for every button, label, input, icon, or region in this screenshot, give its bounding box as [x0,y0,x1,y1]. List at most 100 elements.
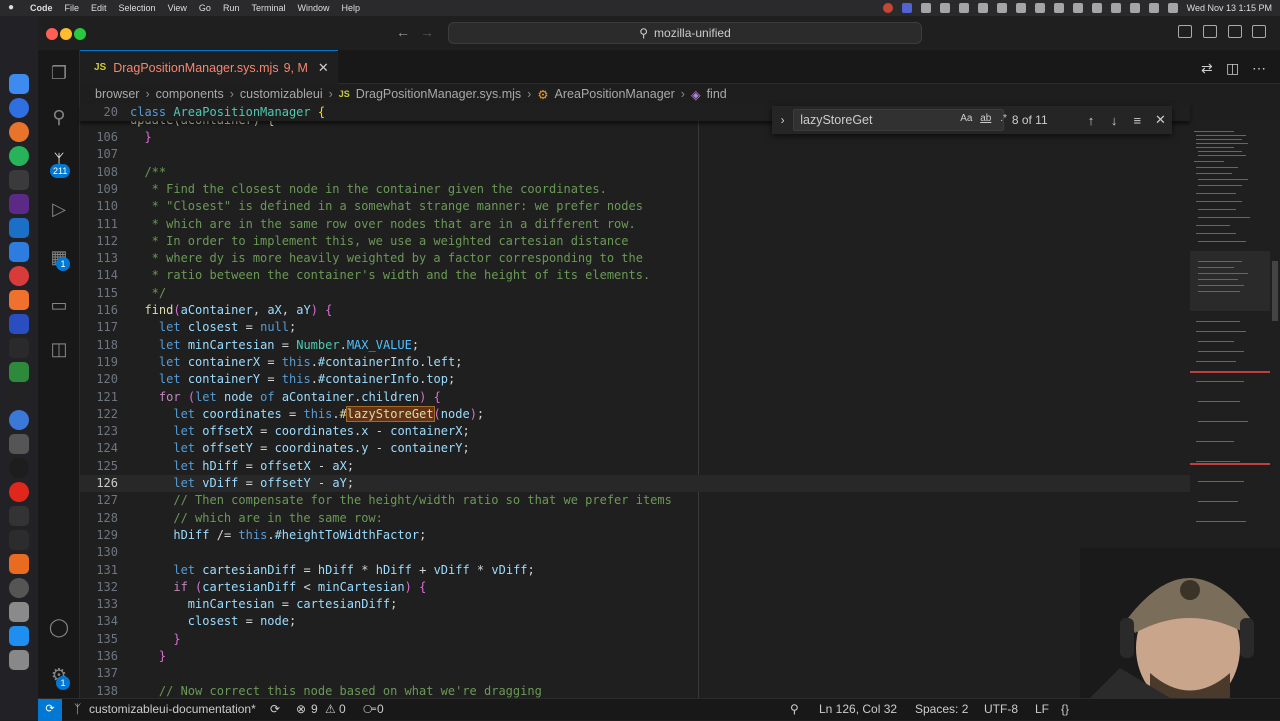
vlc-icon[interactable] [9,554,29,574]
menu-file[interactable]: File [65,0,80,16]
breadcrumb-item[interactable]: customizableui [240,87,323,101]
menu-edit[interactable]: Edit [91,0,107,16]
previous-match-arrow-icon[interactable]: ↑ [1079,113,1102,128]
breadcrumb-item[interactable]: components [156,87,224,101]
wifi-icon[interactable] [1110,3,1121,13]
menu-terminal[interactable]: Terminal [251,0,285,16]
whole-word-toggle[interactable]: ab [980,113,991,124]
app-icon[interactable] [9,338,29,358]
match-case-toggle[interactable]: Aa [960,113,972,124]
tray-app-icon[interactable] [939,3,950,13]
warning-count[interactable]: 0 [339,702,346,716]
app-icon[interactable] [9,314,29,334]
toggle-replace-chevron-icon[interactable]: › [772,113,793,127]
close-icon[interactable]: ✕ [1149,112,1172,128]
app-icon[interactable] [9,506,29,526]
toggle-secondary-sidebar-icon[interactable] [1228,25,1242,38]
next-match-arrow-icon[interactable]: ↓ [1103,113,1126,128]
menu-run[interactable]: Run [223,0,240,16]
preview-icon[interactable] [9,602,29,622]
opera-icon[interactable] [9,482,29,502]
calculator-icon[interactable] [9,434,29,454]
regex-toggle[interactable]: .* [1000,113,1007,124]
app-icon[interactable] [9,242,29,262]
tray-app-icon[interactable] [1015,3,1026,13]
menu-go[interactable]: Go [199,0,211,16]
close-window-button[interactable] [46,28,58,40]
battery-icon[interactable] [1053,3,1064,13]
menu-window[interactable]: Window [297,0,329,16]
apple-icon[interactable]: ● [8,0,22,16]
cursor-position[interactable]: Ln 126, Col 32 [819,702,897,716]
app-icon[interactable] [9,578,29,598]
code-editor[interactable]: update(aContainer) { 106 }107108 /**109 … [80,121,1190,698]
breadcrumb-file[interactable]: DragPositionManager.sys.mjs [356,87,521,101]
app-icon[interactable] [9,290,29,310]
end-of-line[interactable]: LF [1035,702,1049,716]
menu-app[interactable]: Code [30,0,53,16]
comments-icon[interactable]: ◫ [48,338,70,360]
command-center-search[interactable]: ⚲ mozilla-unified [448,22,922,44]
app-icon[interactable] [9,386,29,406]
menu-selection[interactable]: Selection [119,0,156,16]
app-icon[interactable] [9,362,29,382]
find-input[interactable]: lazyStoreGet Aa ab .* [793,109,1007,131]
play-icon[interactable] [1072,3,1083,13]
git-branch[interactable]: customizableui-documentation* [89,702,256,716]
tray-app-icon[interactable] [1034,3,1045,13]
app-icon[interactable] [9,410,29,430]
more-actions-icon[interactable]: ⋯ [1252,60,1266,77]
search-icon[interactable]: ⚲ [48,106,70,128]
app-icon[interactable] [9,530,29,550]
app-icon[interactable] [9,266,29,286]
indentation[interactable]: Spaces: 2 [915,702,968,716]
screen-share-icon[interactable] [901,3,912,13]
customize-layout-icon[interactable] [1252,25,1266,38]
browser-icon[interactable] [9,98,29,118]
minimize-window-button[interactable] [60,28,72,40]
tray-app-icon[interactable] [1091,3,1102,13]
vscode-icon[interactable] [9,218,29,238]
slack-icon[interactable] [9,194,29,214]
encoding[interactable]: UTF-8 [984,702,1018,716]
find-in-selection-icon[interactable]: ≡ [1126,113,1149,128]
tab-drag-position-manager[interactable]: JS DragPositionManager.sys.mjs 9, M ✕ [80,50,338,84]
terminal-icon[interactable] [9,170,29,190]
tray-app-icon[interactable] [996,3,1007,13]
close-icon[interactable]: ✕ [318,60,329,76]
record-icon[interactable] [882,3,893,13]
breadcrumb-method[interactable]: find [707,87,727,101]
remote-explorer-icon[interactable]: ▭ [48,294,70,316]
back-arrow-icon[interactable]: ← [396,24,410,40]
account-icon[interactable]: ◯ [48,616,70,638]
firefox-icon[interactable] [9,122,29,142]
menu-view[interactable]: View [168,0,187,16]
app-store-icon[interactable] [9,626,29,646]
breadcrumb-class[interactable]: AreaPositionManager [555,87,675,101]
breadcrumb-item[interactable]: browser [95,87,139,101]
trash-icon[interactable] [9,650,29,670]
ports-count[interactable]: 0 [377,702,384,716]
chrome-icon[interactable] [9,146,29,166]
spotlight-icon[interactable] [1129,3,1140,13]
control-center-icon[interactable] [1148,3,1159,13]
menu-help[interactable]: Help [341,0,360,16]
zoom-icon[interactable]: ⚲ [790,702,799,716]
zoom-window-button[interactable] [74,28,86,40]
tray-app-icon[interactable] [920,3,931,13]
siri-icon[interactable] [1167,3,1178,13]
folder-icon[interactable] [958,3,969,13]
forward-arrow-icon[interactable]: → [420,24,434,40]
remote-indicator-icon[interactable]: ⟳ [38,699,62,721]
sync-icon[interactable]: ⟳ [270,702,280,716]
scrollbar-thumb[interactable] [1272,261,1278,321]
tray-app-icon[interactable] [977,3,988,13]
split-editor-icon[interactable]: ◫ [1226,60,1239,77]
app-icon[interactable] [9,458,29,478]
error-count[interactable]: 9 [311,702,318,716]
menubar-clock[interactable]: Wed Nov 13 1:15 PM [1187,3,1272,13]
toggle-sidebar-icon[interactable] [1178,25,1192,38]
explorer-icon[interactable]: ❐ [48,62,70,84]
run-debug-icon[interactable]: ▷ [48,198,70,220]
toggle-panel-icon[interactable] [1203,25,1217,38]
